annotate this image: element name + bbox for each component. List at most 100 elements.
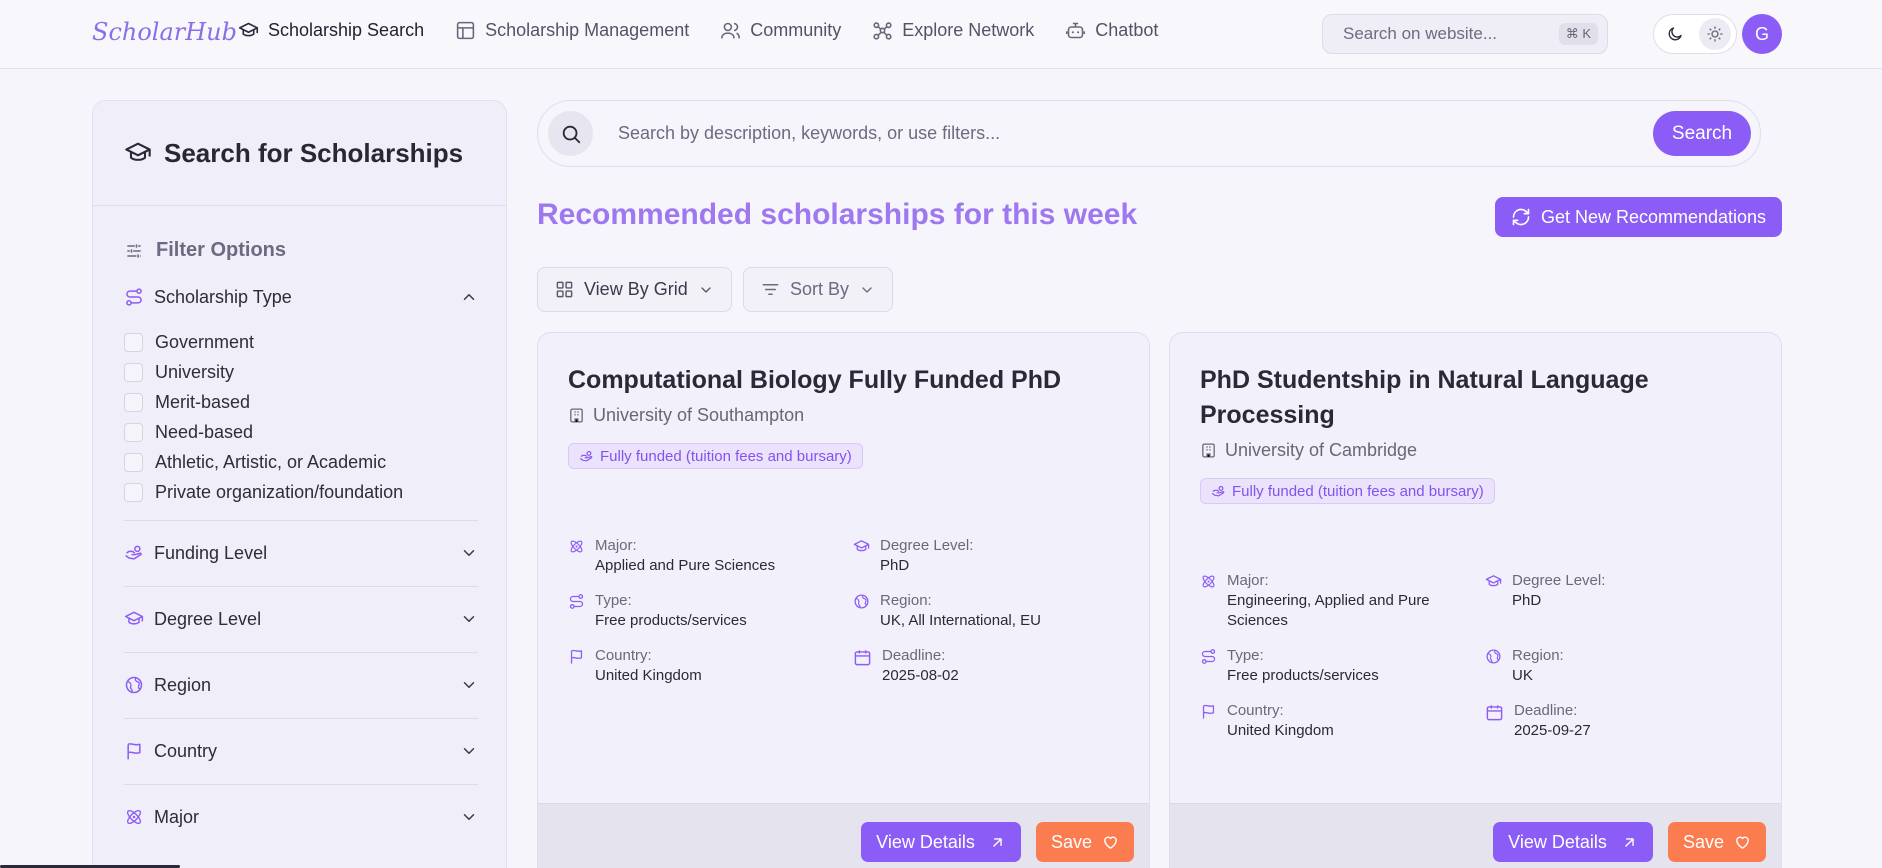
filter-section-header[interactable]: Country: [124, 737, 478, 765]
filter-section-header[interactable]: Scholarship Type: [124, 283, 478, 311]
checkbox-government[interactable]: Government: [124, 327, 478, 357]
nav-item-community[interactable]: Community: [720, 20, 841, 41]
detail-label: Region:: [1512, 647, 1564, 664]
button-label: Save: [1050, 831, 1093, 852]
detail-deadline: Deadline: 2025-08-02: [853, 646, 1112, 686]
search-icon-button[interactable]: [548, 111, 593, 156]
graduation-cap-icon: [853, 538, 870, 555]
hand-coins-icon: [1211, 484, 1226, 499]
nav-item-chatbot[interactable]: Chatbot: [1065, 20, 1158, 41]
filter-section-header[interactable]: Region: [124, 671, 478, 699]
filter-section-header[interactable]: Funding Level: [124, 539, 478, 567]
detail-value: Engineering, Applied and Pure Sciences: [1227, 592, 1430, 629]
building-icon: [568, 407, 585, 424]
checkbox-need-based[interactable]: Need-based: [124, 417, 478, 447]
sort-by-dropdown[interactable]: Sort By: [743, 267, 894, 312]
route-icon: [568, 593, 585, 610]
filter-options-heading: Filter Options: [124, 239, 286, 262]
view-details-button[interactable]: View Details: [1493, 822, 1653, 862]
flag-icon: [124, 741, 144, 761]
nav-item-explore-network[interactable]: Explore Network: [872, 20, 1034, 41]
scholarship-search-input[interactable]: Search by description, keywords, or use …: [618, 123, 1653, 144]
card-title[interactable]: PhD Studentship in Natural Language Proc…: [1200, 363, 1740, 433]
scholarship-card[interactable]: PhD Studentship in Natural Language Proc…: [1169, 332, 1782, 868]
checkbox-athletic-artistic-academic[interactable]: Athletic, Artistic, or Academic: [124, 447, 478, 477]
filter-section-header[interactable]: Major: [124, 803, 478, 831]
filter-options-label: Filter Options: [156, 239, 286, 261]
save-button[interactable]: Save: [1668, 822, 1766, 862]
filter-section-degree-level: Degree Level: [124, 605, 478, 633]
detail-label: Degree Level:: [880, 537, 974, 554]
search-button[interactable]: Search: [1653, 111, 1751, 156]
user-avatar[interactable]: G: [1742, 14, 1782, 54]
arrow-up-right-icon: [989, 834, 1006, 851]
checkbox[interactable]: [124, 452, 143, 472]
checkbox-label: Government: [155, 331, 255, 352]
card-title[interactable]: Computational Biology Fully Funded PhD: [568, 363, 1108, 398]
checkbox-merit-based[interactable]: Merit-based: [124, 387, 478, 417]
detail-value: UK: [1512, 667, 1533, 684]
button-label: View Details: [1508, 831, 1607, 852]
detail-label: Major:: [595, 537, 637, 554]
view-details-button[interactable]: View Details: [861, 822, 1021, 862]
get-new-recommendations-button[interactable]: Get New Recommendations: [1495, 197, 1782, 237]
filter-sidebar: Search for Scholarships Filter Options S…: [92, 100, 507, 868]
detail-region: Region: UK, All International, EU: [853, 591, 1110, 631]
detail-label: Region:: [880, 592, 932, 609]
globe-icon: [1485, 648, 1502, 665]
detail-value: United Kingdom: [595, 667, 702, 684]
view-by-grid-dropdown[interactable]: View By Grid: [537, 267, 732, 312]
card-university: University of Cambridge: [1200, 440, 1417, 461]
route-icon: [1200, 648, 1217, 665]
nav-item-scholarship-search[interactable]: Scholarship Search: [238, 20, 424, 41]
save-button[interactable]: Save: [1036, 822, 1134, 862]
filter-section-scholarship-type: Scholarship Type Government University M…: [124, 283, 478, 507]
checkbox-label: Merit-based: [155, 391, 251, 412]
checkbox[interactable]: [124, 482, 143, 502]
button-label: Get New Recommendations: [1540, 206, 1767, 227]
scholarship-card[interactable]: Computational Biology Fully Funded PhD U…: [537, 332, 1150, 868]
site-search-input[interactable]: Search on website... ⌘ K: [1322, 14, 1608, 54]
light-mode-button[interactable]: [1699, 18, 1731, 50]
site-search-placeholder: Search on website...: [1343, 24, 1498, 43]
checkbox[interactable]: [124, 422, 143, 442]
detail-value: UK, All International, EU: [880, 612, 1041, 629]
graduation-cap-icon: [238, 20, 259, 41]
button-label: Save: [1682, 831, 1725, 852]
main-nav: Scholarship Search Scholarship Managemen…: [238, 20, 1158, 41]
card-university: University of Southampton: [568, 405, 804, 426]
filter-section-region: Region: [124, 671, 478, 699]
app-logo[interactable]: ScholarHub: [92, 18, 237, 46]
checkbox-label: University: [155, 361, 235, 382]
chevron-down-icon: [460, 808, 478, 826]
nav-item-label: Community: [750, 20, 842, 40]
checkbox[interactable]: [124, 332, 143, 352]
theme-toggle[interactable]: [1653, 14, 1737, 54]
checkbox[interactable]: [124, 362, 143, 382]
detail-type: Type: Free products/services: [568, 591, 825, 631]
hand-coins-icon: [124, 543, 144, 563]
detail-deadline: Deadline: 2025-09-27: [1485, 701, 1744, 741]
sliders-icon: [124, 241, 144, 261]
dark-mode-button[interactable]: [1659, 18, 1691, 50]
checkbox[interactable]: [124, 392, 143, 412]
checkbox-private-organization[interactable]: Private organization/foundation: [124, 477, 478, 507]
filter-section-header[interactable]: Degree Level: [124, 605, 478, 633]
recommendations-heading: Recommended scholarships for this week: [537, 198, 1138, 231]
detail-label: Deadline:: [1514, 702, 1578, 719]
route-icon: [124, 287, 144, 307]
nav-item-scholarship-management[interactable]: Scholarship Management: [455, 20, 689, 41]
refresh-icon: [1511, 207, 1531, 227]
divider: [124, 652, 478, 653]
filter-section-label: Region: [154, 674, 212, 695]
funding-badge-label: Fully funded (tuition fees and bursary): [1232, 482, 1484, 500]
search-icon: [560, 123, 582, 145]
detail-type: Type: Free products/services: [1200, 646, 1457, 686]
funding-badge-label: Fully funded (tuition fees and bursary): [600, 447, 852, 465]
detail-label: Country:: [595, 647, 652, 664]
table-icon: [455, 20, 476, 41]
detail-label: Type:: [1227, 647, 1264, 664]
sun-icon: [1706, 25, 1724, 43]
detail-label: Country:: [1227, 702, 1284, 719]
checkbox-university[interactable]: University: [124, 357, 478, 387]
